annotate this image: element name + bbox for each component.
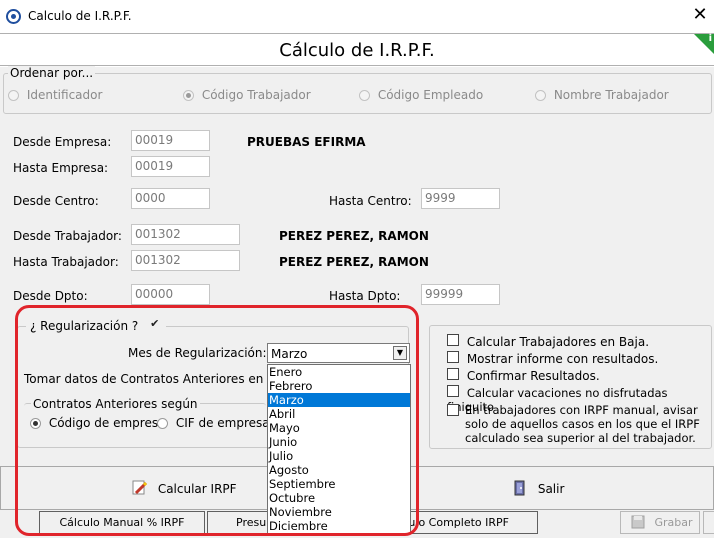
salir-button[interactable]: Salir [512, 480, 564, 496]
option-confirmar-resultados[interactable]: Confirmar Resultados. [447, 368, 600, 383]
exit-door-icon [514, 480, 525, 496]
checkbox[interactable] [447, 368, 459, 380]
info-badge-label: i [708, 33, 712, 44]
radio-label: Código Empleado [377, 88, 484, 102]
checkbox[interactable] [447, 404, 459, 416]
hasta-trabajador-input[interactable]: 001302 [131, 250, 240, 271]
desde-centro-label: Desde Centro: [13, 194, 99, 208]
radio-icon [183, 90, 194, 101]
option-label: Mostrar informe con resultados. [466, 352, 659, 366]
option-label: Confirmar Resultados. [466, 369, 600, 383]
hasta-trabajador-label: Hasta Trabajador: [13, 255, 119, 269]
next-button[interactable] [703, 511, 714, 534]
salir-label: Salir [537, 482, 565, 496]
checkbox[interactable] [447, 334, 459, 346]
window-title: Calculo de I.R.P.F. [28, 9, 132, 23]
app-logo-icon [6, 9, 21, 24]
option-label: Calcular Trabajadores en Baja. [466, 335, 650, 349]
grabar-label: Grabar [654, 516, 693, 529]
radio-nombre-trabajador[interactable]: Nombre Trabajador [535, 88, 669, 102]
desde-dpto-input[interactable]: 00000 [131, 284, 210, 305]
option-mostrar-informe[interactable]: Mostrar informe con resultados. [447, 351, 658, 366]
radio-icon [8, 90, 19, 101]
empresa-name: PRUEBAS EFIRMA [247, 135, 366, 149]
hasta-empresa-input[interactable]: 00019 [131, 156, 210, 177]
hasta-empresa-label: Hasta Empresa: [13, 161, 109, 175]
checkbox[interactable] [447, 351, 459, 363]
radio-label: Identificador [26, 88, 103, 102]
option-label: En trabajadores con IRPF manual, avisar … [465, 403, 700, 445]
title-bar: Calculo de I.R.P.F. ✕ [0, 0, 714, 33]
highlight-annotation [15, 305, 419, 536]
desde-dpto-label: Desde Dpto: [13, 289, 88, 303]
radio-label: Nombre Trabajador [553, 88, 669, 102]
hasta-dpto-input[interactable]: 99999 [421, 284, 500, 305]
option-calcular-baja[interactable]: Calcular Trabajadores en Baja. [447, 334, 649, 349]
radio-identificador[interactable]: Identificador [8, 88, 102, 102]
hasta-dpto-label: Hasta Dpto: [329, 289, 401, 303]
desde-centro-input[interactable]: 0000 [131, 188, 210, 209]
hasta-centro-label: Hasta Centro: [329, 194, 412, 208]
desde-trabajador-input[interactable]: 001302 [131, 224, 240, 245]
desde-trabajador-label: Desde Trabajador: [13, 229, 122, 243]
radio-codigo-empleado[interactable]: Código Empleado [359, 88, 483, 102]
desde-empresa-label: Desde Empresa: [13, 135, 112, 149]
option-irpf-manual[interactable]: En trabajadores con IRPF manual, avisar … [447, 403, 709, 445]
grabar-button[interactable]: Grabar [620, 511, 700, 534]
radio-icon [535, 90, 546, 101]
checkbox[interactable] [447, 385, 459, 397]
hasta-centro-input[interactable]: 9999 [421, 188, 500, 209]
save-disk-icon [631, 515, 645, 529]
page-title: Cálculo de I.R.P.F. [279, 40, 435, 61]
radio-label: Código Trabajador [201, 88, 311, 102]
desde-trabajador-name: PEREZ PEREZ, RAMON [279, 229, 429, 243]
ordenar-legend: Ordenar por... [8, 66, 96, 80]
close-icon[interactable]: ✕ [690, 5, 710, 25]
radio-icon [359, 90, 370, 101]
radio-codigo-trabajador[interactable]: Código Trabajador [183, 88, 311, 102]
hasta-trabajador-name: PEREZ PEREZ, RAMON [279, 255, 429, 269]
form-header: Cálculo de I.R.P.F. i [0, 33, 714, 66]
desde-empresa-input[interactable]: 00019 [131, 130, 210, 151]
